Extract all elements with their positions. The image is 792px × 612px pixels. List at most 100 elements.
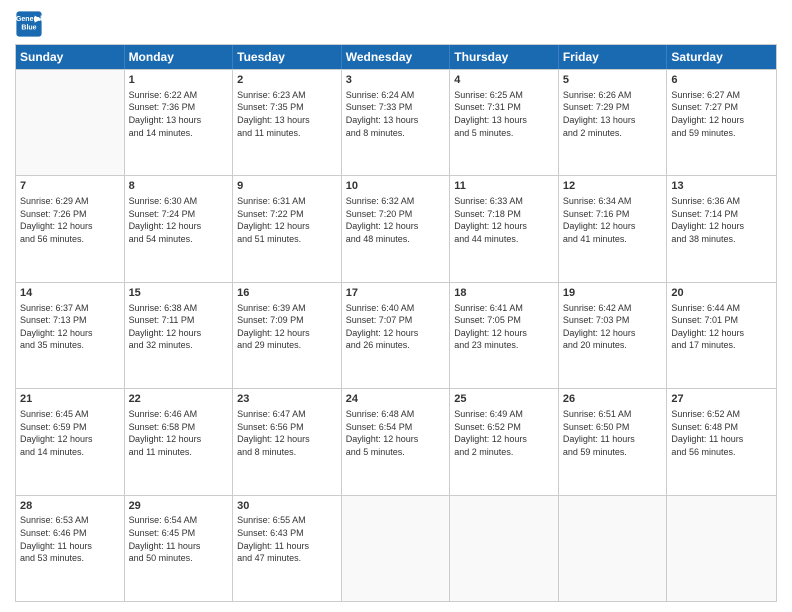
calendar-cell: 30Sunrise: 6:55 AM Sunset: 6:43 PM Dayli…	[233, 496, 342, 601]
calendar-cell: 27Sunrise: 6:52 AM Sunset: 6:48 PM Dayli…	[667, 389, 776, 494]
day-info: Sunrise: 6:30 AM Sunset: 7:24 PM Dayligh…	[129, 195, 229, 245]
day-info: Sunrise: 6:48 AM Sunset: 6:54 PM Dayligh…	[346, 408, 446, 458]
day-number: 2	[237, 73, 337, 88]
calendar-cell: 28Sunrise: 6:53 AM Sunset: 6:46 PM Dayli…	[16, 496, 125, 601]
day-info: Sunrise: 6:39 AM Sunset: 7:09 PM Dayligh…	[237, 302, 337, 352]
day-info: Sunrise: 6:54 AM Sunset: 6:45 PM Dayligh…	[129, 514, 229, 564]
day-info: Sunrise: 6:40 AM Sunset: 7:07 PM Dayligh…	[346, 302, 446, 352]
header: General Blue	[15, 10, 777, 38]
calendar-cell: 2Sunrise: 6:23 AM Sunset: 7:35 PM Daylig…	[233, 70, 342, 175]
logo: General Blue	[15, 10, 45, 38]
day-info: Sunrise: 6:53 AM Sunset: 6:46 PM Dayligh…	[20, 514, 120, 564]
header-cell-monday: Monday	[125, 45, 234, 69]
day-info: Sunrise: 6:38 AM Sunset: 7:11 PM Dayligh…	[129, 302, 229, 352]
calendar-cell: 4Sunrise: 6:25 AM Sunset: 7:31 PM Daylig…	[450, 70, 559, 175]
day-info: Sunrise: 6:27 AM Sunset: 7:27 PM Dayligh…	[671, 89, 772, 139]
calendar-cell	[559, 496, 668, 601]
day-info: Sunrise: 6:42 AM Sunset: 7:03 PM Dayligh…	[563, 302, 663, 352]
day-info: Sunrise: 6:47 AM Sunset: 6:56 PM Dayligh…	[237, 408, 337, 458]
calendar-cell	[16, 70, 125, 175]
calendar-cell: 1Sunrise: 6:22 AM Sunset: 7:36 PM Daylig…	[125, 70, 234, 175]
day-number: 18	[454, 286, 554, 301]
day-number: 16	[237, 286, 337, 301]
day-number: 20	[671, 286, 772, 301]
header-cell-saturday: Saturday	[667, 45, 776, 69]
day-info: Sunrise: 6:33 AM Sunset: 7:18 PM Dayligh…	[454, 195, 554, 245]
calendar-cell: 25Sunrise: 6:49 AM Sunset: 6:52 PM Dayli…	[450, 389, 559, 494]
day-info: Sunrise: 6:41 AM Sunset: 7:05 PM Dayligh…	[454, 302, 554, 352]
calendar-cell	[450, 496, 559, 601]
day-info: Sunrise: 6:26 AM Sunset: 7:29 PM Dayligh…	[563, 89, 663, 139]
calendar-cell: 21Sunrise: 6:45 AM Sunset: 6:59 PM Dayli…	[16, 389, 125, 494]
calendar-cell: 22Sunrise: 6:46 AM Sunset: 6:58 PM Dayli…	[125, 389, 234, 494]
calendar-cell: 8Sunrise: 6:30 AM Sunset: 7:24 PM Daylig…	[125, 176, 234, 281]
day-number: 7	[20, 179, 120, 194]
calendar-cell: 19Sunrise: 6:42 AM Sunset: 7:03 PM Dayli…	[559, 283, 668, 388]
day-number: 12	[563, 179, 663, 194]
day-info: Sunrise: 6:37 AM Sunset: 7:13 PM Dayligh…	[20, 302, 120, 352]
day-number: 29	[129, 499, 229, 514]
day-number: 9	[237, 179, 337, 194]
day-info: Sunrise: 6:34 AM Sunset: 7:16 PM Dayligh…	[563, 195, 663, 245]
day-number: 5	[563, 73, 663, 88]
day-info: Sunrise: 6:49 AM Sunset: 6:52 PM Dayligh…	[454, 408, 554, 458]
calendar-cell: 11Sunrise: 6:33 AM Sunset: 7:18 PM Dayli…	[450, 176, 559, 281]
logo-icon: General Blue	[15, 10, 43, 38]
day-info: Sunrise: 6:52 AM Sunset: 6:48 PM Dayligh…	[671, 408, 772, 458]
day-number: 30	[237, 499, 337, 514]
calendar-cell	[342, 496, 451, 601]
calendar-cell: 7Sunrise: 6:29 AM Sunset: 7:26 PM Daylig…	[16, 176, 125, 281]
calendar-cell: 15Sunrise: 6:38 AM Sunset: 7:11 PM Dayli…	[125, 283, 234, 388]
calendar-row-2: 14Sunrise: 6:37 AM Sunset: 7:13 PM Dayli…	[16, 282, 776, 388]
day-number: 25	[454, 392, 554, 407]
day-info: Sunrise: 6:31 AM Sunset: 7:22 PM Dayligh…	[237, 195, 337, 245]
calendar-cell: 14Sunrise: 6:37 AM Sunset: 7:13 PM Dayli…	[16, 283, 125, 388]
day-info: Sunrise: 6:23 AM Sunset: 7:35 PM Dayligh…	[237, 89, 337, 139]
calendar-cell: 13Sunrise: 6:36 AM Sunset: 7:14 PM Dayli…	[667, 176, 776, 281]
calendar-row-0: 1Sunrise: 6:22 AM Sunset: 7:36 PM Daylig…	[16, 69, 776, 175]
day-number: 27	[671, 392, 772, 407]
day-number: 6	[671, 73, 772, 88]
calendar-body: 1Sunrise: 6:22 AM Sunset: 7:36 PM Daylig…	[16, 69, 776, 601]
day-number: 14	[20, 286, 120, 301]
calendar-cell: 26Sunrise: 6:51 AM Sunset: 6:50 PM Dayli…	[559, 389, 668, 494]
day-number: 11	[454, 179, 554, 194]
day-number: 17	[346, 286, 446, 301]
day-info: Sunrise: 6:44 AM Sunset: 7:01 PM Dayligh…	[671, 302, 772, 352]
day-number: 1	[129, 73, 229, 88]
day-info: Sunrise: 6:45 AM Sunset: 6:59 PM Dayligh…	[20, 408, 120, 458]
day-number: 24	[346, 392, 446, 407]
calendar-cell: 5Sunrise: 6:26 AM Sunset: 7:29 PM Daylig…	[559, 70, 668, 175]
header-cell-wednesday: Wednesday	[342, 45, 451, 69]
calendar-cell: 10Sunrise: 6:32 AM Sunset: 7:20 PM Dayli…	[342, 176, 451, 281]
calendar-cell: 29Sunrise: 6:54 AM Sunset: 6:45 PM Dayli…	[125, 496, 234, 601]
calendar-cell: 24Sunrise: 6:48 AM Sunset: 6:54 PM Dayli…	[342, 389, 451, 494]
day-info: Sunrise: 6:46 AM Sunset: 6:58 PM Dayligh…	[129, 408, 229, 458]
day-number: 22	[129, 392, 229, 407]
calendar-row-1: 7Sunrise: 6:29 AM Sunset: 7:26 PM Daylig…	[16, 175, 776, 281]
day-number: 10	[346, 179, 446, 194]
header-cell-sunday: Sunday	[16, 45, 125, 69]
day-info: Sunrise: 6:51 AM Sunset: 6:50 PM Dayligh…	[563, 408, 663, 458]
day-number: 19	[563, 286, 663, 301]
calendar-cell: 6Sunrise: 6:27 AM Sunset: 7:27 PM Daylig…	[667, 70, 776, 175]
page: General Blue SundayMondayTuesdayWednesda…	[0, 0, 792, 612]
day-info: Sunrise: 6:36 AM Sunset: 7:14 PM Dayligh…	[671, 195, 772, 245]
svg-text:Blue: Blue	[21, 25, 36, 32]
day-info: Sunrise: 6:55 AM Sunset: 6:43 PM Dayligh…	[237, 514, 337, 564]
calendar-cell: 17Sunrise: 6:40 AM Sunset: 7:07 PM Dayli…	[342, 283, 451, 388]
header-cell-friday: Friday	[559, 45, 668, 69]
day-number: 13	[671, 179, 772, 194]
calendar-row-3: 21Sunrise: 6:45 AM Sunset: 6:59 PM Dayli…	[16, 388, 776, 494]
calendar-cell: 16Sunrise: 6:39 AM Sunset: 7:09 PM Dayli…	[233, 283, 342, 388]
day-number: 8	[129, 179, 229, 194]
calendar-cell: 18Sunrise: 6:41 AM Sunset: 7:05 PM Dayli…	[450, 283, 559, 388]
calendar-cell	[667, 496, 776, 601]
day-number: 15	[129, 286, 229, 301]
calendar-cell: 3Sunrise: 6:24 AM Sunset: 7:33 PM Daylig…	[342, 70, 451, 175]
day-info: Sunrise: 6:25 AM Sunset: 7:31 PM Dayligh…	[454, 89, 554, 139]
calendar: SundayMondayTuesdayWednesdayThursdayFrid…	[15, 44, 777, 602]
calendar-cell: 20Sunrise: 6:44 AM Sunset: 7:01 PM Dayli…	[667, 283, 776, 388]
day-number: 26	[563, 392, 663, 407]
calendar-cell: 23Sunrise: 6:47 AM Sunset: 6:56 PM Dayli…	[233, 389, 342, 494]
